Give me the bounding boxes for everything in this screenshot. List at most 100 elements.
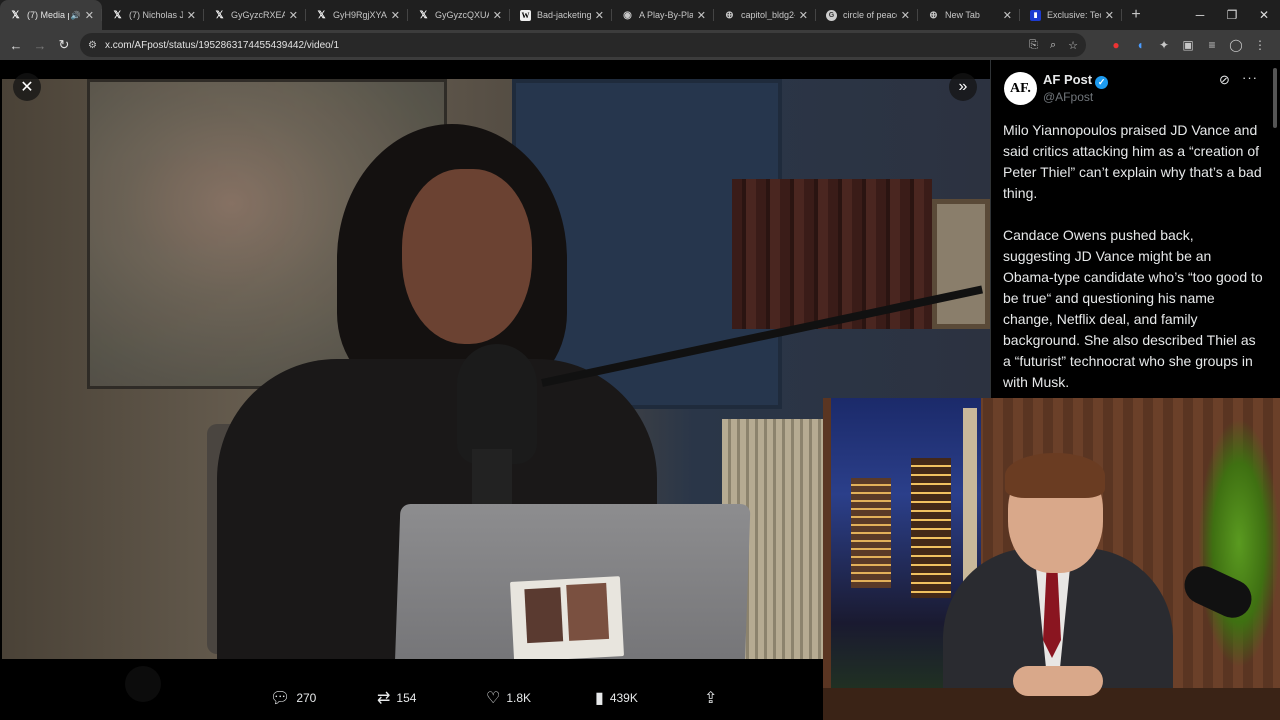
expand-panel-button[interactable]: »: [949, 73, 977, 101]
site-info-icon[interactable]: ⚙: [88, 40, 97, 51]
tab-label: (7) Nicholas J. F: [129, 10, 183, 20]
extensions-puzzle-icon[interactable]: ✦: [1152, 38, 1176, 52]
audio-playing-icon[interactable]: 🔊: [71, 11, 81, 20]
tab-close-icon[interactable]: ✕: [391, 9, 400, 22]
speaker-face: [402, 169, 532, 344]
close-icon: ✕: [20, 79, 34, 96]
repost-button[interactable]: ⇄ 154: [377, 688, 416, 708]
x-logo-icon: 𝕏: [317, 9, 326, 21]
tweet-paragraph: Milo Yiannopoulos praised JD Vance and s…: [1003, 122, 1262, 201]
view-count: 439K: [609, 691, 638, 705]
tab-close-icon[interactable]: ✕: [697, 9, 706, 22]
display-name[interactable]: AF Post: [1043, 72, 1092, 87]
tab-label: circle of peace: [843, 10, 897, 20]
x-logo-icon: 𝕏: [11, 9, 20, 21]
x-logo-icon: 𝕏: [215, 9, 224, 21]
extensions-area: ● ◖ ✦ ▣ ≡ ◯ ⋮: [1104, 30, 1272, 60]
browser-tab[interactable]: 𝕏 (7) Media p 🔊 ✕: [0, 0, 102, 30]
reload-icon[interactable]: ↻: [52, 37, 76, 53]
author-name[interactable]: AF Post ✓: [1043, 72, 1109, 89]
back-icon[interactable]: ←: [4, 38, 28, 53]
browser-tab[interactable]: W Bad-jacketing - ✕: [510, 0, 612, 30]
tab-close-icon[interactable]: ✕: [901, 9, 910, 22]
site-icon: ▮: [1030, 9, 1041, 21]
menu-kebab-icon[interactable]: ⋮: [1248, 38, 1272, 52]
author-handle[interactable]: @AFpost: [1043, 90, 1093, 104]
url-text[interactable]: x.com/AFpost/status/1952863174455439442/…: [105, 40, 1017, 51]
repost-icon: ⇄: [377, 690, 391, 707]
plant: [1198, 418, 1280, 668]
tab-label: GyH9RgjXYAA: [333, 10, 387, 20]
globe-icon: ⊕: [725, 9, 734, 21]
wikipedia-icon: W: [520, 9, 531, 21]
close-window-icon[interactable]: ✕: [1248, 0, 1280, 30]
globe-icon: ⊕: [929, 9, 938, 21]
minimize-icon[interactable]: ─: [1184, 0, 1216, 30]
browser-tab[interactable]: G circle of peace ✕: [816, 0, 918, 30]
tab-close-icon[interactable]: ✕: [1105, 9, 1114, 22]
zoom-icon[interactable]: ⌕: [1050, 39, 1056, 52]
browser-tab[interactable]: 𝕏 GyGyzcRXEAAF ✕: [204, 0, 306, 30]
close-media-button[interactable]: ✕: [13, 73, 41, 101]
browser-tab[interactable]: ▮ Exclusive: Tech ✕: [1020, 0, 1122, 30]
x-logo-icon: 𝕏: [113, 9, 122, 21]
tab-label: GyGyzcQXUAA: [435, 10, 489, 20]
site-icon: ◉: [623, 9, 632, 21]
tab-close-icon[interactable]: ✕: [187, 9, 196, 22]
browser-tab[interactable]: 𝕏 GyH9RgjXYAA ✕: [306, 0, 408, 30]
verified-badge-icon: ✓: [1095, 76, 1109, 89]
browser-tab[interactable]: 𝕏 (7) Nicholas J. F ✕: [102, 0, 204, 30]
address-bar[interactable]: ⚙ x.com/AFpost/status/195286317445543944…: [80, 33, 1086, 57]
browser-tab[interactable]: 𝕏 GyGyzcQXUAA ✕: [408, 0, 510, 30]
webcam-overlay: [823, 398, 1280, 720]
tab-label: Bad-jacketing -: [537, 10, 591, 20]
new-tab-button[interactable]: +: [1122, 6, 1150, 24]
share-button[interactable]: ⇪: [704, 688, 717, 708]
extension-icon[interactable]: ◖: [1128, 38, 1152, 52]
install-icon[interactable]: ⎘: [1029, 39, 1038, 52]
streamer-hands: [1013, 666, 1103, 696]
tab-label: (7) Media p: [27, 10, 69, 20]
tweet-panel: AF. AF Post ✓ @AFpost ⊘ ··· Milo Yiannopo…: [990, 60, 1280, 400]
x-logo-icon: 𝕏: [419, 9, 428, 21]
avatar[interactable]: AF.: [1004, 72, 1037, 105]
more-options-icon[interactable]: ···: [1242, 70, 1258, 85]
tab-close-icon[interactable]: ✕: [799, 9, 808, 22]
browser-tab[interactable]: ⊕ capitol_bldg2- ✕: [714, 0, 816, 30]
tweet-paragraph: Candace Owens pushed back, suggesting JD…: [1003, 227, 1263, 390]
framed-photo: [932, 199, 990, 329]
browser-toolbar: ← → ↻ ⚙ x.com/AFpost/status/195286317445…: [0, 30, 1280, 60]
bookmark-star-icon[interactable]: ☆: [1068, 39, 1078, 52]
profile-icon[interactable]: ◯: [1224, 38, 1248, 52]
browser-tab[interactable]: ⊕ New Tab ✕: [918, 0, 1020, 30]
tab-close-icon[interactable]: ✕: [595, 9, 604, 22]
reply-count: 270: [296, 691, 317, 705]
forward-icon[interactable]: →: [28, 38, 52, 53]
tab-label: New Tab: [945, 10, 980, 20]
tweet-text: Milo Yiannopoulos praised JD Vance and s…: [1003, 120, 1265, 414]
analytics-icon: ▮: [595, 690, 604, 707]
tab-strip: 𝕏 (7) Media p 🔊 ✕ 𝕏 (7) Nicholas J. F ✕ …: [0, 0, 1280, 30]
tab-label: GyGyzcRXEAAF: [231, 10, 285, 20]
like-count: 1.8K: [506, 691, 532, 705]
scrollbar[interactable]: [1273, 68, 1277, 128]
views-button[interactable]: ▮ 439K: [595, 688, 638, 708]
reply-button[interactable]: 💬︎ 270: [270, 688, 316, 708]
tab-close-icon[interactable]: ✕: [493, 9, 502, 22]
tab-label: A Play-By-Play: [639, 10, 693, 20]
polaroid-photos: [509, 576, 625, 659]
restore-icon[interactable]: ❐: [1216, 0, 1248, 30]
grok-icon[interactable]: ⊘: [1219, 72, 1230, 88]
tab-close-icon[interactable]: ✕: [289, 9, 298, 22]
like-button[interactable]: ♡ 1.8K: [486, 688, 531, 708]
chevrons-right-icon: »: [958, 78, 968, 95]
avatar: [125, 666, 161, 702]
tab-close-icon[interactable]: ✕: [1003, 9, 1012, 22]
tab-close-icon[interactable]: ✕: [85, 9, 94, 22]
repost-count: 154: [396, 691, 417, 705]
extension-icon[interactable]: ●: [1104, 38, 1128, 52]
side-panel-icon[interactable]: ▣: [1176, 38, 1200, 52]
browser-tab[interactable]: ◉ A Play-By-Play ✕: [612, 0, 714, 30]
share-icon: ⇪: [704, 690, 718, 707]
media-controls-icon[interactable]: ≡: [1200, 38, 1224, 52]
